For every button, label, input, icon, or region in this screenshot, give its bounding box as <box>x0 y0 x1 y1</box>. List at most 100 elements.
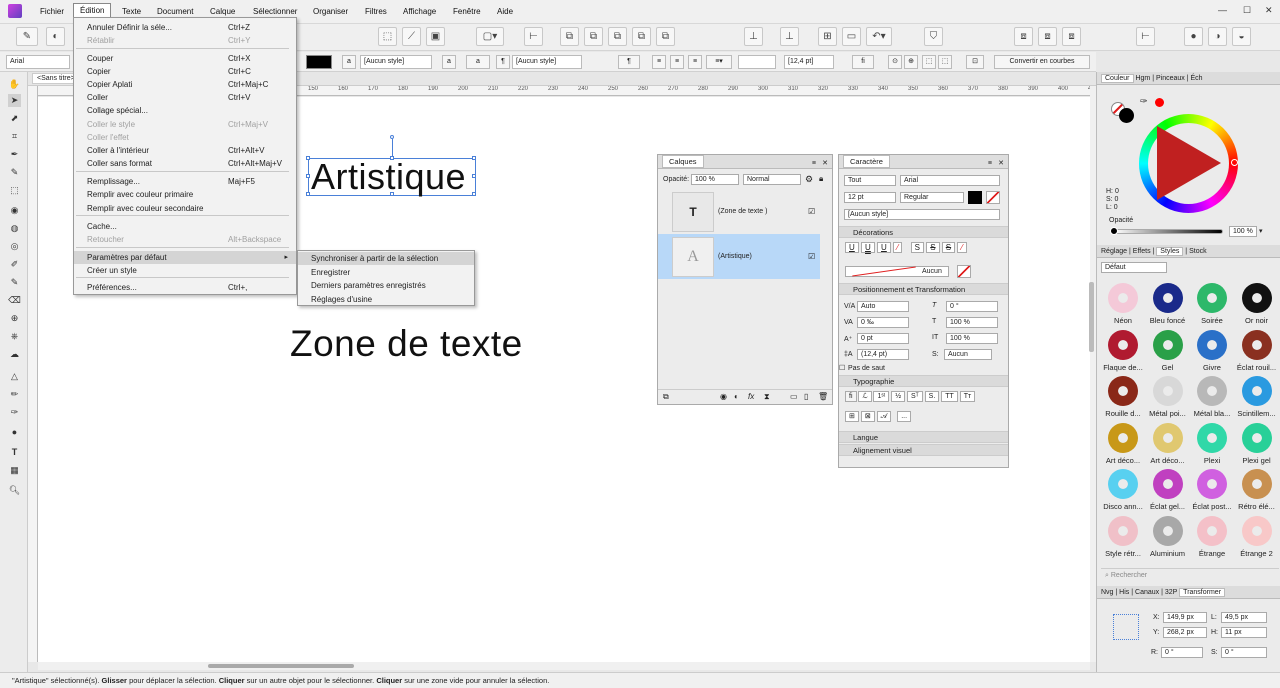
crop-tool-icon[interactable]: ⌗ <box>8 130 21 143</box>
stamp-tool-icon[interactable]: ⎈ <box>8 330 21 343</box>
smallcaps-icon[interactable]: Tт <box>959 391 976 402</box>
style-category-select[interactable]: Défaut <box>1101 262 1167 273</box>
style-preset[interactable]: Flaque de... <box>1101 327 1145 373</box>
no-snap-icon[interactable]: ⟋ <box>402 27 421 46</box>
style-preset[interactable]: Éclat post... <box>1190 466 1234 512</box>
selection-box[interactable]: Artistique <box>306 135 476 198</box>
more-icon[interactable]: ... <box>897 411 912 422</box>
move-tool-icon[interactable]: ➤ <box>8 94 21 107</box>
superscript-icon[interactable]: Sᵀ <box>907 391 923 402</box>
panel-menu-icon[interactable]: ≡ <box>812 157 816 171</box>
primary-color-swatch[interactable] <box>1119 108 1134 123</box>
add-layer-icon[interactable]: ▯ <box>804 390 808 404</box>
boolean-add-icon[interactable]: ⧉ <box>560 27 579 46</box>
style-preset[interactable]: Art déco... <box>1101 420 1145 466</box>
frame-anchor-icon[interactable]: ⊕ <box>904 55 918 69</box>
style-preset[interactable]: Aluminium <box>1146 513 1190 559</box>
undo-history-icon[interactable]: ↶▾ <box>866 27 892 46</box>
opacity-dropdown-icon[interactable]: ▾ <box>1259 227 1263 235</box>
trash-icon[interactable]: 🗑︎ <box>818 390 828 404</box>
char-style-icon[interactable]: a <box>342 55 356 69</box>
menu-item[interactable]: Cache... <box>74 220 296 233</box>
shear-field[interactable]: 0 ° <box>1221 647 1267 658</box>
vector-brush-tool-icon[interactable]: ✏ <box>8 388 21 401</box>
arrange-back-icon[interactable]: ⊥ <box>780 27 799 46</box>
account-icon[interactable]: ● <box>1184 27 1203 46</box>
ellipse-tool-icon[interactable]: ● <box>8 426 21 439</box>
stroke-color-swatch[interactable] <box>986 191 1000 204</box>
marquee-tool-icon[interactable]: ⬚ <box>8 184 21 197</box>
w-field[interactable]: 49,5 px <box>1221 612 1267 623</box>
resize-handle[interactable] <box>472 156 476 160</box>
section-positioning[interactable]: Positionnement et Transformation <box>839 283 1008 295</box>
layers-stack-icon[interactable]: ⧉ <box>663 390 669 404</box>
menu-item[interactable]: Coller Ctrl+V <box>74 91 296 104</box>
anchor-selector[interactable] <box>1113 614 1139 640</box>
style-preset[interactable]: Rouille d... <box>1101 373 1145 419</box>
hand-tool-icon[interactable]: ✋ <box>8 78 21 91</box>
language-field[interactable]: Aucun <box>944 349 992 360</box>
clear-style-icon[interactable]: a <box>442 55 456 69</box>
smudge-tool-icon[interactable]: ☁ <box>8 348 21 361</box>
view-mode-icon[interactable]: ▭ <box>842 27 861 46</box>
style-preset[interactable]: Or noir <box>1235 280 1279 326</box>
style-preset[interactable]: Plexi <box>1190 420 1234 466</box>
style-preset[interactable]: Métal bla... <box>1190 373 1234 419</box>
zoom-tool-icon[interactable]: ⊕ <box>8 312 21 325</box>
align-right-text-icon[interactable]: ≡ <box>688 55 702 69</box>
boolean-divide-icon[interactable]: ⧉ <box>656 27 675 46</box>
menu-item[interactable]: Créer un style <box>74 264 296 277</box>
underline-color-icon[interactable]: U <box>877 242 891 253</box>
menu-document[interactable]: Document <box>157 7 193 16</box>
erase-tool-icon[interactable]: ⌫ <box>8 294 21 307</box>
tracking-field[interactable]: 0 ‰ <box>857 317 909 328</box>
style-preset[interactable]: Givre <box>1190 327 1234 373</box>
zoom-view-tool-icon[interactable]: 🔍︎ <box>8 484 21 497</box>
menu-item[interactable]: Couper Ctrl+X <box>74 52 296 65</box>
layer-row[interactable]: T (Zone de texte ) ☑ <box>658 189 820 233</box>
style-preset[interactable]: Scintillem... <box>1235 373 1279 419</box>
color-triangle[interactable] <box>1157 126 1221 200</box>
h-field[interactable]: 11 px <box>1221 627 1267 638</box>
style-preset[interactable]: Gel <box>1146 327 1190 373</box>
artistic-text[interactable]: Artistique <box>311 156 466 198</box>
adjustment-icon[interactable]: ◐ <box>734 390 739 404</box>
layer-row-selected[interactable]: A (Artistique) ☑ <box>658 234 820 279</box>
style-preset[interactable]: Rétro élé... <box>1235 466 1279 512</box>
discretionary-icon[interactable]: ℒ <box>858 391 872 402</box>
menu-item[interactable]: Préférences... Ctrl+, <box>74 281 296 294</box>
y-field[interactable]: 268,2 px <box>1163 627 1207 638</box>
menu-aide[interactable]: Aide <box>497 7 513 16</box>
style-preset[interactable]: Étrange 2 <box>1235 513 1279 559</box>
tab-couleur[interactable]: Couleur <box>1101 74 1134 83</box>
fill-color-swatch[interactable] <box>968 191 982 204</box>
character-tab[interactable]: Caractère <box>843 155 890 168</box>
text-color-swatch[interactable] <box>306 55 332 69</box>
menu-item[interactable]: Copier Aplati Ctrl+Maj+C <box>74 78 296 91</box>
opacity-slider-thumb[interactable] <box>1110 227 1118 235</box>
section-decorations[interactable]: Décorations <box>839 226 1008 238</box>
color-picker-icon[interactable]: ✑ <box>1140 96 1148 107</box>
menu-organiser[interactable]: Organiser <box>313 7 348 16</box>
ligature-icon[interactable]: fi <box>852 55 874 69</box>
styles-scrollbar[interactable] <box>1089 282 1094 352</box>
boolean-xor-icon[interactable]: ⧉ <box>632 27 651 46</box>
vertical-scale-field[interactable]: 100 % <box>946 317 998 328</box>
tab-nvg[interactable]: Nvg <box>1101 589 1113 596</box>
close-button[interactable]: ✕ <box>1265 5 1273 16</box>
insert-target-icon[interactable]: ▢▾ <box>476 27 504 46</box>
maximize-button[interactable]: ☐ <box>1243 5 1251 16</box>
color-picker-tool-icon[interactable]: ◎ <box>8 240 21 253</box>
ordinal-icon[interactable]: 1ˢᵗ <box>873 391 890 402</box>
style-preset[interactable]: Éclat gel... <box>1146 466 1190 512</box>
align-icon[interactable]: ⊢ <box>1136 27 1155 46</box>
tab-effets[interactable]: Effets <box>1133 248 1151 255</box>
boolean-intersect-icon[interactable]: ⧉ <box>608 27 627 46</box>
tab-ech[interactable]: Éch <box>1190 75 1202 82</box>
group-icon[interactable]: ⧈ <box>1014 27 1033 46</box>
panel-close-icon[interactable]: ✕ <box>998 157 1004 171</box>
select-rect-icon[interactable]: ⬚ <box>378 27 397 46</box>
tab-his[interactable]: His <box>1119 589 1129 596</box>
style-preset[interactable]: Bleu foncé <box>1146 280 1190 326</box>
folder-icon[interactable]: ▭ <box>790 390 798 404</box>
